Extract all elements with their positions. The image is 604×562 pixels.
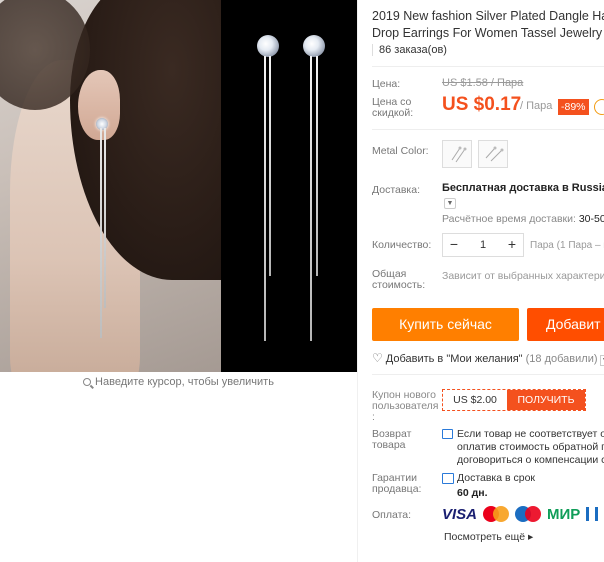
product-photo-model[interactable] <box>0 0 221 372</box>
product-details: 2019 New fashion Silver Plated Dangle Ha… <box>357 0 604 562</box>
earring-thumbnail-icon <box>451 146 467 163</box>
earring-stud <box>303 35 325 57</box>
shipping-label: Доставка: <box>372 184 421 196</box>
product-title-line: Drop Earrings For Women Tassel Jewelry b <box>372 26 604 40</box>
divider <box>372 129 604 130</box>
chevron-down-icon[interactable]: ▼ <box>599 355 604 366</box>
quantity-stepper: − 1 + <box>442 233 524 257</box>
buy-now-button[interactable]: Купить сейчас <box>372 308 519 341</box>
guarantee-label-line: продавца: <box>372 483 422 495</box>
order-count[interactable]: 86 заказа(ов) <box>372 44 447 56</box>
truck-icon <box>442 473 454 484</box>
divider <box>372 374 604 375</box>
guarantee-label: Гарантии продавца: <box>372 473 421 495</box>
price-unit: / Пара <box>520 100 553 112</box>
add-to-cart-button[interactable]: Добавит <box>527 308 604 341</box>
heart-icon: ♡ <box>372 351 383 365</box>
quantity-decrease-button[interactable]: − <box>443 234 465 256</box>
quantity-increase-button[interactable]: + <box>501 234 523 256</box>
coupon: US $2.00 ПОЛУЧИТЬ <box>442 389 586 411</box>
delivery-time-value: 30-50 <box>578 213 604 225</box>
earring-chain <box>269 56 271 276</box>
magnifier-icon <box>83 378 92 386</box>
payment-logos: VISA МИР <box>442 505 599 523</box>
product-title-line: 2019 New fashion Silver Plated Dangle Ha… <box>372 9 604 23</box>
get-coupon-button[interactable]: ПОЛУЧИТЬ <box>507 390 585 410</box>
shipping-method[interactable]: Бесплатная доставка в Russian Fe <box>442 182 604 194</box>
zoom-hint-text: Наведите курсор, чтобы увеличить <box>95 376 274 388</box>
chevron-down-icon[interactable]: ▼ <box>444 198 456 209</box>
coin-icon[interactable] <box>594 99 604 115</box>
maestro-logo <box>515 506 542 522</box>
returns-text: Если товар не соответствует оп оплатив с… <box>457 428 604 466</box>
zoom-hint: Наведите курсор, чтобы увеличить <box>0 372 357 392</box>
color-swatch-silver-2[interactable] <box>478 140 508 168</box>
original-price: US $1.58 / Пара <box>442 77 524 89</box>
earring-chain <box>104 128 106 308</box>
earring-chain <box>316 56 318 276</box>
guarantee-text: Доставка в срок <box>457 472 536 484</box>
earring-stud <box>96 118 108 130</box>
product-gallery[interactable]: Наведите курсор, чтобы увеличить <box>0 0 357 388</box>
guarantee-days: 60 дн. <box>457 487 488 499</box>
discount-price-label: Цена со скидкой: <box>372 97 413 119</box>
discount-price-label-line: скидкой: <box>372 107 414 119</box>
coupon-label: Купон нового пользователя : <box>372 389 439 423</box>
price-label: Цена: <box>372 78 401 90</box>
returns-label: Возврат товара <box>372 429 411 451</box>
earring-chain <box>100 128 102 338</box>
quantity-label: Количество: <box>372 239 432 251</box>
quantity-note: Пара (1 Пара – м <box>530 240 604 251</box>
delivery-time: Расчётное время доставки: 30-50 <box>442 213 604 225</box>
product-photo-earrings[interactable] <box>221 0 357 372</box>
total-label-line: стоимость: <box>372 279 426 291</box>
wishlist-label: Добавить в "Мои желания" <box>385 353 523 365</box>
calendar-icon <box>442 429 453 439</box>
returns-label-line: товара <box>372 439 406 451</box>
divider <box>372 66 604 67</box>
wishlist-count: (18 добавили) <box>525 353 598 365</box>
earring-thumbnail-icon <box>485 146 504 162</box>
color-swatch-silver[interactable] <box>442 140 472 168</box>
delivery-time-label: Расчётное время доставки: <box>442 213 576 225</box>
payment-logo <box>586 507 599 521</box>
earring-chain <box>310 56 312 341</box>
total-label: Общая стоимость: <box>372 269 425 291</box>
earring-stud <box>257 35 279 57</box>
mastercard-logo <box>483 506 510 522</box>
discount-badge: -89% <box>558 99 589 115</box>
sale-price: US $0.17 <box>442 94 522 115</box>
payment-label: Оплата: <box>372 509 412 521</box>
earring-chain <box>264 56 266 341</box>
total-value: Зависит от выбранных характерис <box>442 270 604 282</box>
product-title: 2019 New fashion Silver Plated Dangle Ha… <box>372 8 604 42</box>
visa-logo: VISA <box>442 505 478 523</box>
coupon-amount: US $2.00 <box>453 394 497 406</box>
quantity-input[interactable]: 1 <box>465 234 501 256</box>
see-more-link[interactable]: Посмотреть ещё ▸ <box>444 531 533 543</box>
metal-color-label: Metal Color: <box>372 145 429 157</box>
mir-logo: МИР <box>547 505 581 523</box>
add-to-wishlist[interactable]: ♡Добавить в "Мои желания" (18 добавили)▼ <box>372 351 604 366</box>
